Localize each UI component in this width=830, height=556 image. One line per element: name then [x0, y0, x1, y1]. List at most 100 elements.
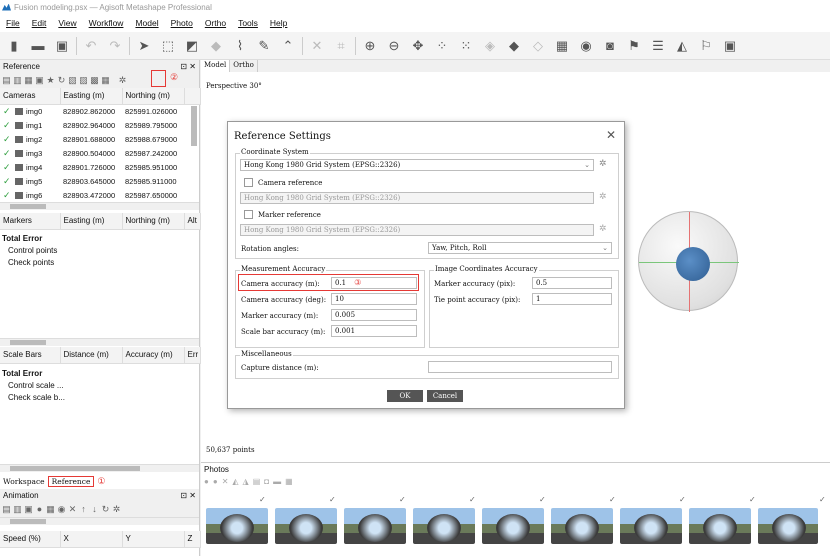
col-marker-alt[interactable]: Alt [184, 213, 201, 230]
check-icon[interactable]: ✓ [3, 190, 12, 200]
tiled-icon[interactable]: ▦ [552, 37, 572, 55]
markers-hscroll[interactable] [0, 338, 199, 346]
tab-reference[interactable]: Reference [47, 475, 95, 487]
col-markers[interactable]: Markers [0, 213, 61, 230]
cancel-button[interactable]: Cancel [427, 390, 463, 402]
photo-enable-icon[interactable]: ● [204, 477, 209, 486]
rect-select-icon[interactable]: ⬚ [158, 37, 178, 55]
col-y[interactable]: Y [122, 531, 185, 548]
marker-reference-checkbox[interactable] [244, 210, 253, 219]
photo-thumbnail[interactable] [689, 508, 751, 544]
redo-icon[interactable]: ↷ [105, 37, 125, 55]
photo-thumbnail[interactable] [758, 508, 818, 544]
photo-thumbnail[interactable] [551, 508, 613, 544]
table-row[interactable]: ✓ img5 828903.645000 825985.911000 [0, 174, 200, 188]
table-row[interactable]: ✓ img2 828901.688000 825988.679000 [0, 132, 200, 146]
table-row[interactable]: ✓ img4 828901.726000 825985.951000 [0, 160, 200, 174]
coordinate-system-select[interactable]: Hong Kong 1980 Grid System (EPSG::2326) ⌄ [240, 159, 594, 171]
table-row[interactable]: ✓ img3 828900.504000 825987.242000 [0, 146, 200, 160]
star-icon[interactable]: ★ [46, 75, 55, 85]
anim-record-icon[interactable]: ● [35, 504, 44, 514]
check-icon[interactable]: ✓ [3, 106, 12, 116]
points-icon[interactable]: ⁘ [432, 37, 452, 55]
photo-list-icon[interactable]: ▬ [273, 477, 281, 486]
convert-icon[interactable]: ▦ [24, 75, 33, 85]
menu-ortho[interactable]: Ortho [205, 18, 226, 28]
col-speed[interactable]: Speed (%) [0, 531, 61, 548]
photo-thumbnail[interactable] [482, 508, 544, 544]
camera-accuracy-deg-input[interactable]: 10 [331, 293, 417, 305]
camera-reference-select[interactable]: Hong Kong 1980 Grid System (EPSG::2326) [240, 192, 594, 204]
check-icon[interactable]: ✓ [3, 162, 12, 172]
zoom-in-icon[interactable]: ⊕ [360, 37, 380, 55]
mesh-icon[interactable]: ◈ [480, 37, 500, 55]
photo-thumbnail[interactable] [620, 508, 682, 544]
view-estimated-icon[interactable]: ▨ [79, 75, 88, 85]
menu-tools[interactable]: Tools [238, 18, 258, 28]
markers-icon[interactable]: ⚑ [624, 37, 644, 55]
photo-thumbnail[interactable] [413, 508, 475, 544]
col-easting[interactable]: Easting (m) [60, 88, 123, 105]
table-row[interactable]: ✓ img6 828903.472000 825987.650000 [0, 188, 200, 202]
col-distance[interactable]: Distance (m) [60, 347, 123, 364]
control-scale-item[interactable]: Control scale ... [0, 381, 199, 390]
globe-icon[interactable]: ◉ [576, 37, 596, 55]
anim-save-icon[interactable]: ▣ [24, 504, 33, 514]
anim-refresh-icon[interactable]: ↻ [101, 504, 110, 514]
table-row[interactable]: ✓ img0 828902.862000 825991.026000 [0, 104, 200, 118]
shape-icon[interactable]: ◆ [206, 37, 226, 55]
menu-help[interactable]: Help [270, 18, 287, 28]
export-icon[interactable]: ▥ [13, 75, 22, 85]
check-icon[interactable]: ✓ [3, 148, 12, 158]
anim-open-icon[interactable]: ▥ [13, 504, 22, 514]
pointer-icon[interactable]: ➤ [134, 37, 154, 55]
menu-view[interactable]: View [58, 18, 76, 28]
pencil-icon[interactable]: ✎ [254, 37, 274, 55]
camera-accuracy-m-input[interactable]: 0.1 ③ [331, 277, 417, 289]
anim-down-icon[interactable]: ↓ [90, 504, 99, 514]
shapes-icon[interactable]: ◭ [672, 37, 692, 55]
photo-rotate-right-icon[interactable]: ◮ [243, 477, 249, 486]
zoom-out-icon[interactable]: ⊖ [384, 37, 404, 55]
move-icon[interactable]: ✥ [408, 37, 428, 55]
open-folder-icon[interactable]: ▬ [28, 37, 48, 55]
save-icon[interactable]: ▣ [52, 37, 72, 55]
capture-distance-input[interactable] [428, 361, 612, 373]
save-ref-icon[interactable]: ▣ [35, 75, 44, 85]
col-marker-easting[interactable]: Easting (m) [60, 213, 123, 230]
flag-icon[interactable]: ⚐ [696, 37, 716, 55]
check-points-item[interactable]: Check points [0, 258, 199, 267]
anim-new-icon[interactable]: ▤ [2, 504, 11, 514]
photo-thumbnail[interactable] [275, 508, 337, 544]
animation-hscroll[interactable] [0, 517, 199, 525]
col-marker-northing[interactable]: Northing (m) [122, 213, 185, 230]
scalebar-accuracy-input[interactable]: 0.001 [331, 325, 417, 337]
photo-disable-icon[interactable]: ● [213, 477, 218, 486]
transform-icon[interactable]: ◩ [182, 37, 202, 55]
undo-icon[interactable]: ↶ [81, 37, 101, 55]
animation-close-icon[interactable]: ⊡ ✕ [180, 491, 196, 500]
control-points-item[interactable]: Control points [0, 246, 199, 255]
crop-icon[interactable]: ⌗ [331, 37, 351, 55]
col-cameras[interactable]: Cameras [0, 88, 61, 105]
rotation-angles-select[interactable]: Yaw, Pitch, Roll ⌄ [428, 242, 612, 254]
model-icon[interactable]: ◆ [504, 37, 524, 55]
menu-photo[interactable]: Photo [171, 18, 193, 28]
trackball-sphere[interactable] [638, 211, 739, 312]
import-icon[interactable]: ▤ [2, 75, 11, 85]
check-scale-item[interactable]: Check scale b... [0, 393, 199, 402]
menu-workflow[interactable]: Workflow [89, 18, 124, 28]
list-icon[interactable]: ☰ [648, 37, 668, 55]
col-scalebars[interactable]: Scale Bars [0, 347, 61, 364]
anim-frames-icon[interactable]: ▦ [46, 504, 55, 514]
anim-remove-icon[interactable]: ✕ [68, 504, 77, 514]
settings-icon[interactable]: ✲ [118, 75, 127, 85]
menu-model[interactable]: Model [135, 18, 158, 28]
marker-accuracy-input[interactable]: 0.005 [331, 309, 417, 321]
photo-mask-icon[interactable]: ▤ [253, 477, 261, 486]
photo-thumbnail[interactable] [344, 508, 406, 544]
refresh-icon[interactable]: ↻ [57, 75, 66, 85]
cameras-vscroll[interactable] [191, 106, 197, 146]
scalebars-hscroll[interactable] [0, 464, 199, 472]
tab-workspace[interactable]: Workspace [0, 477, 48, 486]
